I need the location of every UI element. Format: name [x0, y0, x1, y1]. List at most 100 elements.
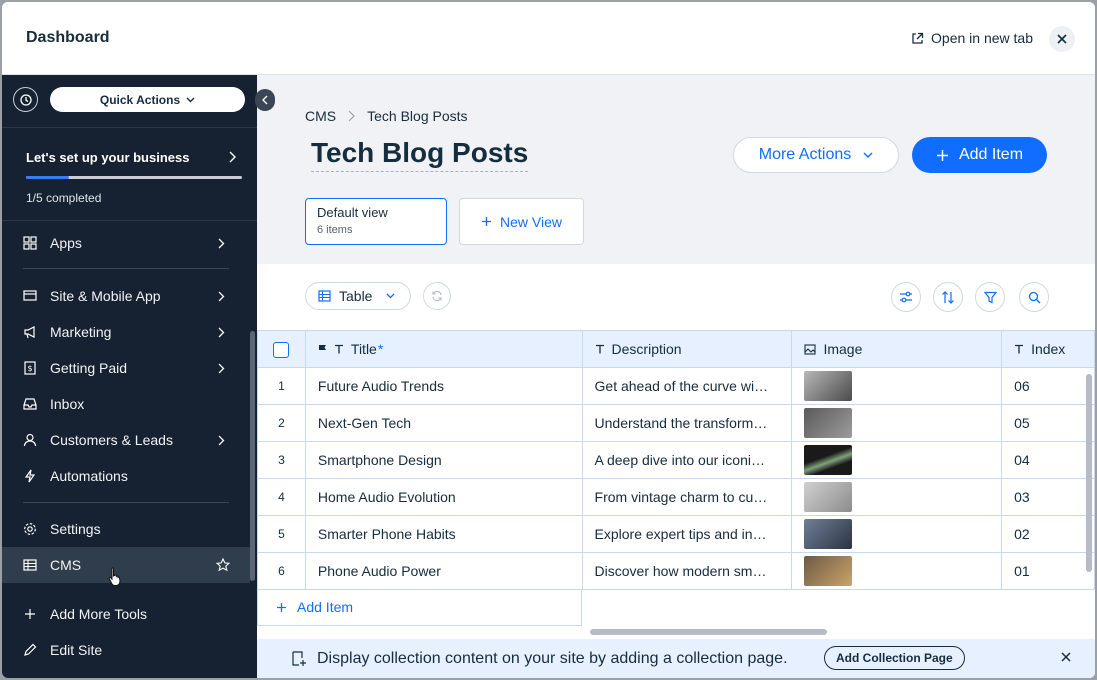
required-asterisk: * [377, 341, 384, 357]
breadcrumb-cms-link[interactable]: CMS [305, 108, 336, 124]
breadcrumb: CMS Tech Blog Posts [305, 108, 468, 124]
new-view-label: New View [500, 213, 562, 230]
table-row[interactable]: 3 Smartphone Design A deep dive into our… [257, 441, 1095, 479]
image-cell[interactable] [791, 441, 1003, 479]
table-header-row: Title * Description Image Index [257, 330, 1095, 368]
column-header-image[interactable]: Image [791, 330, 1003, 368]
title-cell[interactable]: Next-Gen Tech [304, 404, 583, 442]
image-cell[interactable] [791, 367, 1003, 405]
column-header-description[interactable]: Description [581, 330, 793, 368]
default-view-tab[interactable]: Default view 6 items [305, 198, 447, 245]
description-cell[interactable]: Explore expert tips and insights for sma… [581, 515, 793, 553]
description-cell[interactable]: A deep dive into our iconic smartphone d… [581, 441, 793, 479]
table-row[interactable]: 4 Home Audio Evolution From vintage char… [257, 478, 1095, 516]
setup-progress-bar [26, 176, 242, 179]
image-thumbnail [804, 408, 853, 438]
image-cell[interactable] [791, 552, 1003, 590]
vertical-scrollbar[interactable] [1086, 374, 1092, 572]
column-header-title[interactable]: Title * [304, 330, 583, 368]
title-cell[interactable]: Smarter Phone Habits [304, 515, 583, 553]
title-cell[interactable]: Future Audio Trends [304, 367, 583, 405]
sidebar-item-site-mobile-app[interactable]: Site & Mobile App [2, 278, 250, 314]
more-actions-button[interactable]: More Actions [733, 137, 899, 173]
open-in-new-tab-link[interactable]: Open in new tab [911, 30, 1033, 46]
sidebar-item-inbox[interactable]: Inbox [2, 386, 250, 422]
title-text: Next-Gen Tech [317, 415, 412, 431]
flag-icon [318, 344, 326, 355]
index-cell[interactable]: 01 [1001, 552, 1095, 590]
search-icon [1028, 291, 1040, 303]
quick-actions-button[interactable]: Quick Actions [50, 87, 245, 112]
star-icon[interactable] [216, 558, 230, 572]
image-cell[interactable] [791, 478, 1003, 516]
column-header-index[interactable]: Index [1001, 330, 1095, 368]
table-row[interactable]: 1 Future Audio Trends Get ahead of the c… [257, 367, 1095, 405]
manage-fields-button[interactable] [891, 282, 921, 312]
table-row[interactable]: 2 Next-Gen Tech Understand the transform… [257, 404, 1095, 442]
sidebar-item-marketing[interactable]: Marketing [2, 314, 250, 350]
add-item-row-button[interactable]: Add Item [257, 589, 582, 626]
index-text: 03 [1014, 489, 1030, 505]
image-cell[interactable] [791, 515, 1003, 553]
add-collection-page-button[interactable]: Add Collection Page [824, 646, 965, 670]
sidebar-item-edit-site[interactable]: Edit Site [2, 632, 250, 668]
description-cell[interactable]: From vintage charm to cutting-edge home … [581, 478, 793, 516]
table-layout-dropdown[interactable]: Table [305, 282, 411, 310]
description-cell[interactable]: Get ahead of the curve with the latest a… [581, 367, 793, 405]
cms-icon [22, 557, 38, 573]
description-cell[interactable]: Discover how modern smartphones deliver … [581, 552, 793, 590]
select-all-checkbox[interactable] [273, 341, 290, 358]
collapse-sidebar-button[interactable] [255, 89, 275, 111]
add-item-button[interactable]: Add Item [912, 137, 1047, 173]
image-cell[interactable] [791, 404, 1003, 442]
index-cell[interactable]: 05 [1001, 404, 1095, 442]
close-button[interactable] [1049, 26, 1075, 52]
sidebar-item-apps[interactable]: Apps [2, 225, 250, 261]
table-row[interactable]: 6 Phone Audio Power Discover how modern … [257, 552, 1095, 590]
new-view-button[interactable]: New View [459, 198, 584, 245]
sidebar: Quick Actions Let's set up your business… [2, 75, 257, 678]
table-row[interactable]: 5 Smarter Phone Habits Explore expert ti… [257, 515, 1095, 553]
row-number: 3 [257, 441, 306, 479]
sidebar-item-cms[interactable]: CMS [2, 547, 250, 583]
sidebar-item-customers-leads[interactable]: Customers & Leads [2, 422, 250, 458]
title-cell[interactable]: Home Audio Evolution [304, 478, 583, 516]
sidebar-item-add-more-tools[interactable]: Add More Tools [2, 596, 250, 632]
megaphone-icon [22, 324, 38, 340]
index-cell[interactable]: 06 [1001, 367, 1095, 405]
table-layout-label: Table [339, 288, 373, 304]
sidebar-item-settings[interactable]: Settings [2, 511, 250, 547]
title-cell[interactable]: Phone Audio Power [304, 552, 583, 590]
sidebar-item-automations[interactable]: Automations [2, 458, 250, 494]
title-cell[interactable]: Smartphone Design [304, 441, 583, 479]
sidebar-top: Quick Actions [2, 75, 257, 127]
refresh-button[interactable] [423, 282, 451, 310]
setup-card[interactable]: Let's set up your business 1/5 completed [2, 127, 257, 221]
filter-button[interactable] [975, 282, 1005, 312]
index-cell[interactable]: 03 [1001, 478, 1095, 516]
sidebar-item-label: Site & Mobile App [50, 288, 161, 304]
gear-icon [22, 521, 38, 537]
customers-icon [22, 432, 38, 448]
image-thumbnail [804, 482, 853, 512]
filter-icon [983, 291, 997, 303]
top-bar: Dashboard Open in new tab [2, 2, 1095, 75]
sort-button[interactable] [933, 282, 963, 312]
page-title[interactable]: Tech Blog Posts [311, 137, 529, 172]
sidebar-item-getting-paid[interactable]: $ Getting Paid [2, 350, 250, 386]
close-icon[interactable] [1061, 652, 1071, 662]
image-thumbnail [804, 445, 853, 475]
lightning-icon [22, 468, 38, 484]
horizontal-scrollbar[interactable] [590, 629, 827, 635]
sidebar-scrollbar[interactable] [250, 331, 255, 581]
site-icon [22, 288, 38, 304]
index-cell[interactable]: 04 [1001, 441, 1095, 479]
plus-icon [277, 602, 286, 612]
collection-table: Title * Description Image Index 1 Future… [257, 330, 1095, 590]
search-button[interactable] [1019, 282, 1049, 312]
history-button[interactable] [13, 87, 38, 112]
description-cell[interactable]: Understand the transformative power of n… [581, 404, 793, 442]
column-title-label: Title [350, 341, 377, 357]
index-cell[interactable]: 02 [1001, 515, 1095, 553]
sidebar-item-label: Marketing [50, 324, 112, 340]
